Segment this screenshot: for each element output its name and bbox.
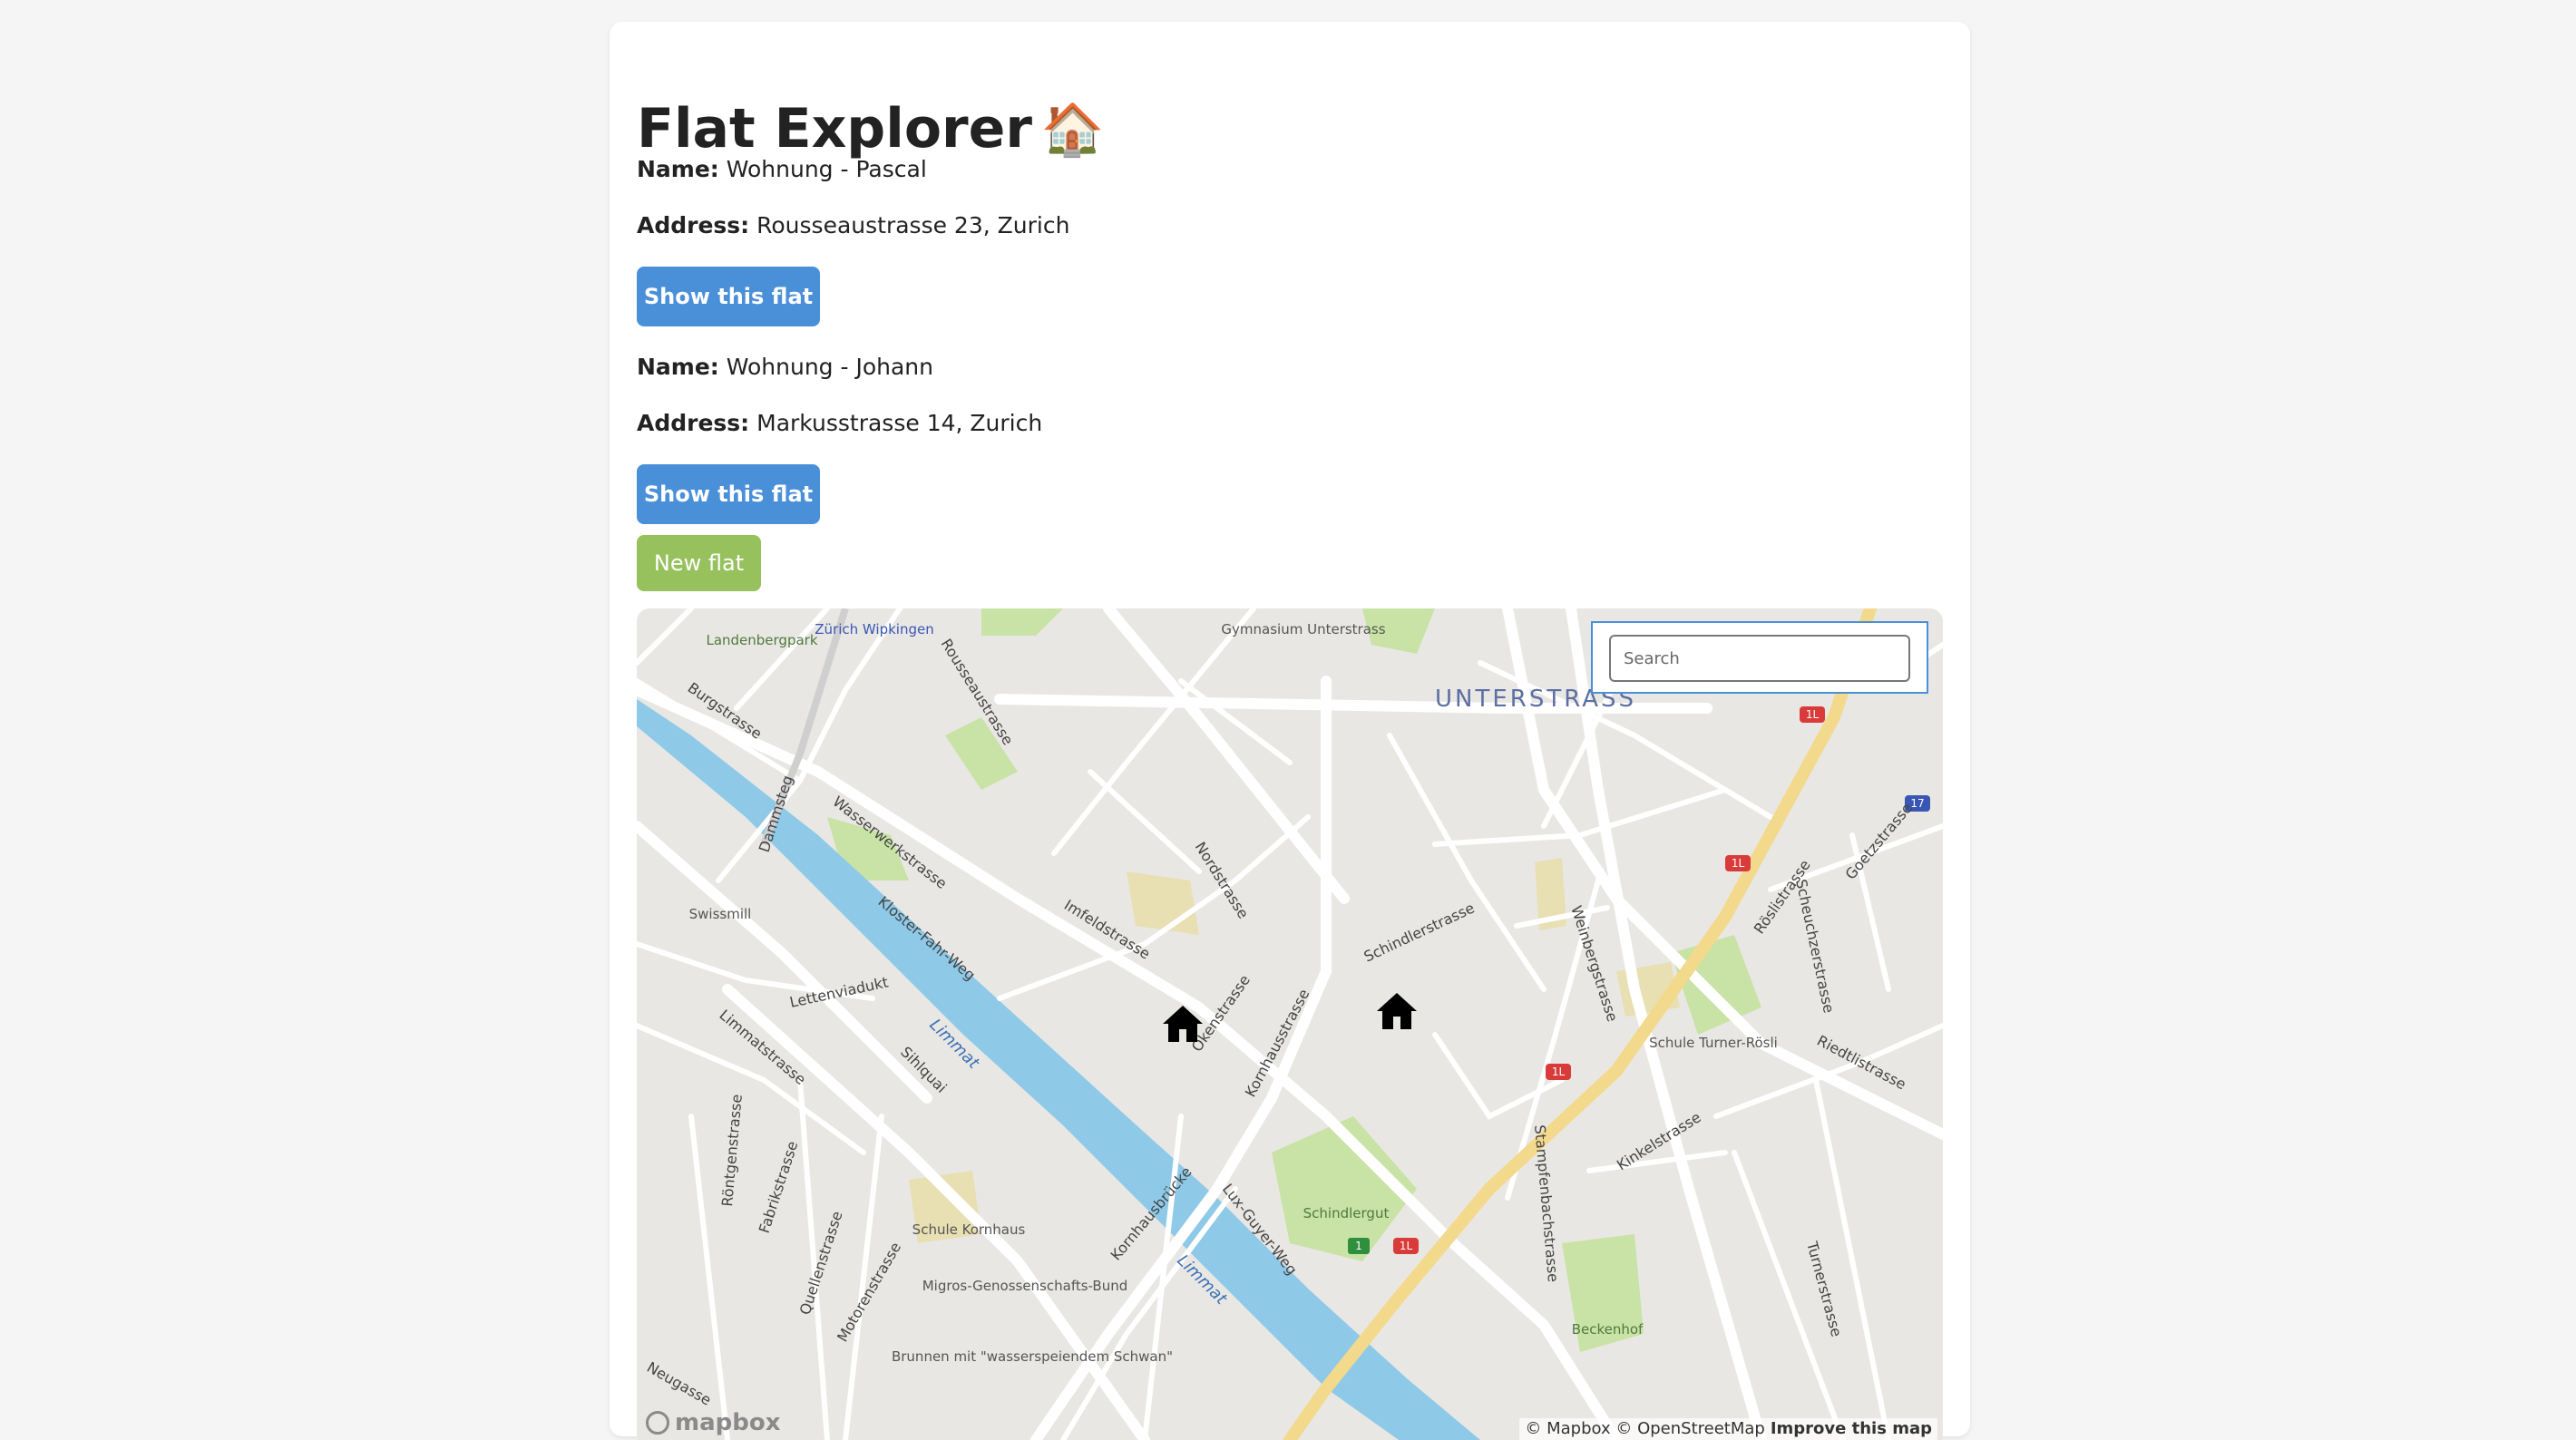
poi-label: Zürich Wipkingen (815, 621, 933, 637)
svg-text:1L: 1L (1806, 708, 1820, 721)
poi-label: Schule Turner-Rösli (1649, 1035, 1778, 1051)
street-label: Nordstrasse (1192, 839, 1253, 921)
main-card: Flat Explorer 🏠 Name: Wohnung - Pascal Ad… (610, 22, 1970, 1440)
name-label: Name: (637, 156, 719, 182)
poi-label: Schindlergut (1303, 1205, 1390, 1221)
address-label: Address: (637, 410, 750, 436)
house-emoji-icon: 🏠 (1040, 101, 1105, 160)
park-area (981, 608, 1063, 636)
map-search-container (1591, 621, 1928, 694)
poi-label: Migros-Genossenschafts-Bund (922, 1278, 1128, 1294)
flat-address: Address: Rousseaustrasse 23, Zurich (637, 210, 1069, 241)
street-label: Röntgenstrasse (718, 1094, 746, 1207)
street-label: Scheuchzerstrasse (1792, 878, 1838, 1015)
new-flat-button[interactable]: New flat (637, 535, 761, 591)
street-label: Fabrikstrasse (756, 1139, 802, 1235)
svg-text:1L: 1L (1400, 1240, 1413, 1252)
mapbox-logo-icon (646, 1411, 669, 1435)
attribution-text[interactable]: © Mapbox © OpenStreetMap (1525, 1419, 1764, 1438)
page-title-text: Flat Explorer (637, 97, 1032, 161)
mapbox-logo-text: mapbox (675, 1409, 781, 1436)
house-marker-icon[interactable] (1161, 1002, 1205, 1046)
school-area (1127, 871, 1199, 935)
flat-address: Address: Markusstrasse 14, Zurich (637, 408, 1042, 439)
flat-address-value: Markusstrasse 14, Zurich (756, 410, 1043, 436)
street-label: Schindlerstrasse (1361, 900, 1478, 966)
show-flat-button[interactable]: Show this flat (637, 267, 820, 326)
poi-label: Gymnasium Unterstrass (1221, 621, 1385, 637)
street-label: Quellenstrasse (796, 1209, 846, 1317)
river-limmat (637, 699, 1480, 1440)
map-attribution: © Mapbox © OpenStreetMap Improve this map (1519, 1418, 1937, 1440)
show-flat-button[interactable]: Show this flat (637, 464, 820, 524)
svg-text:1L: 1L (1732, 857, 1745, 870)
flat-name: Name: Wohnung - Johann (637, 352, 933, 383)
svg-text:1L: 1L (1552, 1065, 1566, 1078)
poi-label: Schule Kornhaus (912, 1221, 1026, 1238)
street-label: Riedtlistrasse (1814, 1032, 1908, 1094)
flat-address-value: Rousseaustrasse 23, Zurich (756, 212, 1070, 238)
street-label: Stampfenbachstrasse (1531, 1124, 1562, 1283)
name-label: Name: (637, 354, 719, 380)
flat-name-value: Wohnung - Johann (726, 354, 933, 380)
street-label: Motorenstrasse (834, 1240, 904, 1345)
address-label: Address: (637, 212, 750, 238)
mapbox-logo[interactable]: mapbox (646, 1409, 781, 1436)
poi-label: Beckenhof (1572, 1321, 1644, 1338)
map-canvas[interactable]: 1L 1L 1L 1L 17 1 UNTERSTRASS Wasserwerks… (637, 608, 1943, 1440)
poi-label: Brunnen mit "wasserspeiendem Schwan" (892, 1348, 1173, 1365)
poi-label: Swissmill (689, 906, 752, 922)
street-label: Neugasse (644, 1358, 714, 1409)
street-label: Turnerstrasse (1803, 1239, 1846, 1338)
map[interactable]: 1L 1L 1L 1L 17 1 UNTERSTRASS Wasserwerks… (637, 608, 1943, 1440)
map-search-input[interactable] (1609, 635, 1910, 682)
flat-name-value: Wohnung - Pascal (726, 156, 927, 182)
poi-label: Landenbergpark (706, 632, 817, 648)
svg-text:1: 1 (1355, 1240, 1362, 1252)
improve-map-link[interactable]: Improve this map (1771, 1419, 1932, 1438)
house-marker-icon[interactable] (1375, 989, 1419, 1033)
flat-name: Name: Wohnung - Pascal (637, 154, 927, 185)
